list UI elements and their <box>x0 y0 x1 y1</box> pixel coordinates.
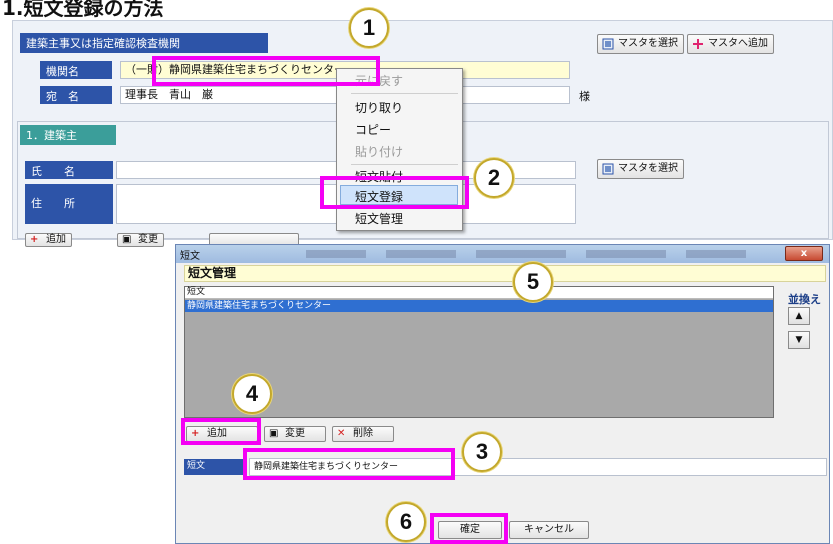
titlebar-pattern <box>386 250 456 258</box>
annotation-box-3 <box>243 448 455 480</box>
bottom-change-label: 変更 <box>138 234 158 245</box>
menu-copy[interactable]: コピー <box>355 121 391 138</box>
bottom-change-button[interactable]: ▣ 変更 <box>117 233 164 247</box>
step-badge-5: 5 <box>513 262 553 302</box>
close-button[interactable]: x <box>785 246 823 261</box>
annotation-box-6 <box>430 513 508 544</box>
titlebar-pattern <box>476 250 566 258</box>
dialog-heading: 短文管理 <box>184 265 826 282</box>
name-label: 氏 名 <box>25 161 113 179</box>
list-header: 短文 <box>185 287 773 299</box>
add-master-label: マスタへ追加 <box>708 38 768 49</box>
dialog-change-label: 変更 <box>285 428 305 439</box>
addressee-label: 宛 名 <box>40 86 112 104</box>
dialog-titlebar[interactable]: 短文 x <box>176 245 829 263</box>
owner-section-title: 1．建築主 <box>20 125 116 145</box>
titlebar-pattern <box>586 250 666 258</box>
short-text-label: 短文 <box>184 459 244 475</box>
delete-icon: ✕ <box>337 428 346 439</box>
step-badge-1: 1 <box>349 8 389 48</box>
step-badge-2: 2 <box>474 158 514 198</box>
select-master-label: マスタを選択 <box>618 38 678 49</box>
move-down-button[interactable]: ▼ <box>788 331 810 349</box>
cancel-button[interactable]: キャンセル <box>509 521 589 539</box>
short-text-dialog: 短文 x 短文管理 短文 静岡県建築住宅まちづくりセンター 並換え ▲ ▼ + … <box>175 244 830 544</box>
step-badge-4: 4 <box>232 374 272 414</box>
owner-select-master-label: マスタを選択 <box>618 163 678 174</box>
bottom-add-label: 追加 <box>46 234 66 245</box>
org-label: 機関名 <box>40 61 112 79</box>
dialog-title: 短文 <box>180 251 200 262</box>
menu-paste[interactable]: 貼り付け <box>355 143 403 160</box>
move-up-button[interactable]: ▲ <box>788 307 810 325</box>
titlebar-pattern <box>686 250 746 258</box>
edit-icon: ▣ <box>122 234 132 245</box>
dialog-delete-button[interactable]: ✕ 削除 <box>332 426 394 442</box>
bottom-add-button[interactable]: + 追加 <box>25 233 72 247</box>
step-badge-6: 6 <box>386 502 426 542</box>
plus-icon: + <box>30 234 39 245</box>
add-to-master-button[interactable]: マスタへ追加 <box>687 34 774 54</box>
menu-separator <box>351 93 458 94</box>
annotation-box-1 <box>152 56 380 86</box>
select-master-button[interactable]: マスタを選択 <box>597 34 684 54</box>
master-icon <box>602 163 614 175</box>
add-master-icon <box>693 39 703 49</box>
annotation-box-2 <box>320 176 469 209</box>
menu-separator <box>351 164 458 165</box>
dialog-change-button[interactable]: ▣ 変更 <box>264 426 326 442</box>
step-badge-3: 3 <box>462 432 502 472</box>
dialog-delete-label: 削除 <box>353 428 373 439</box>
list-item[interactable]: 静岡県建築住宅まちづくりセンター <box>185 300 773 312</box>
honorific: 様 <box>579 90 590 103</box>
titlebar-pattern <box>306 250 366 258</box>
menu-cut[interactable]: 切り取り <box>355 99 403 116</box>
master-icon <box>602 38 614 50</box>
owner-select-master-button[interactable]: マスタを選択 <box>597 159 684 179</box>
annotation-box-4 <box>181 418 261 445</box>
page-heading: 1.短文登録の方法 <box>2 0 164 20</box>
menu-manage-short[interactable]: 短文管理 <box>355 210 403 227</box>
edit-icon: ▣ <box>269 428 279 439</box>
section-title: 建築主事又は指定確認検査機関 <box>20 33 268 53</box>
short-text-list[interactable]: 短文 静岡県建築住宅まちづくりセンター <box>184 286 774 418</box>
address-label: 住 所 <box>25 184 113 224</box>
sort-label: 並換え <box>788 293 821 306</box>
